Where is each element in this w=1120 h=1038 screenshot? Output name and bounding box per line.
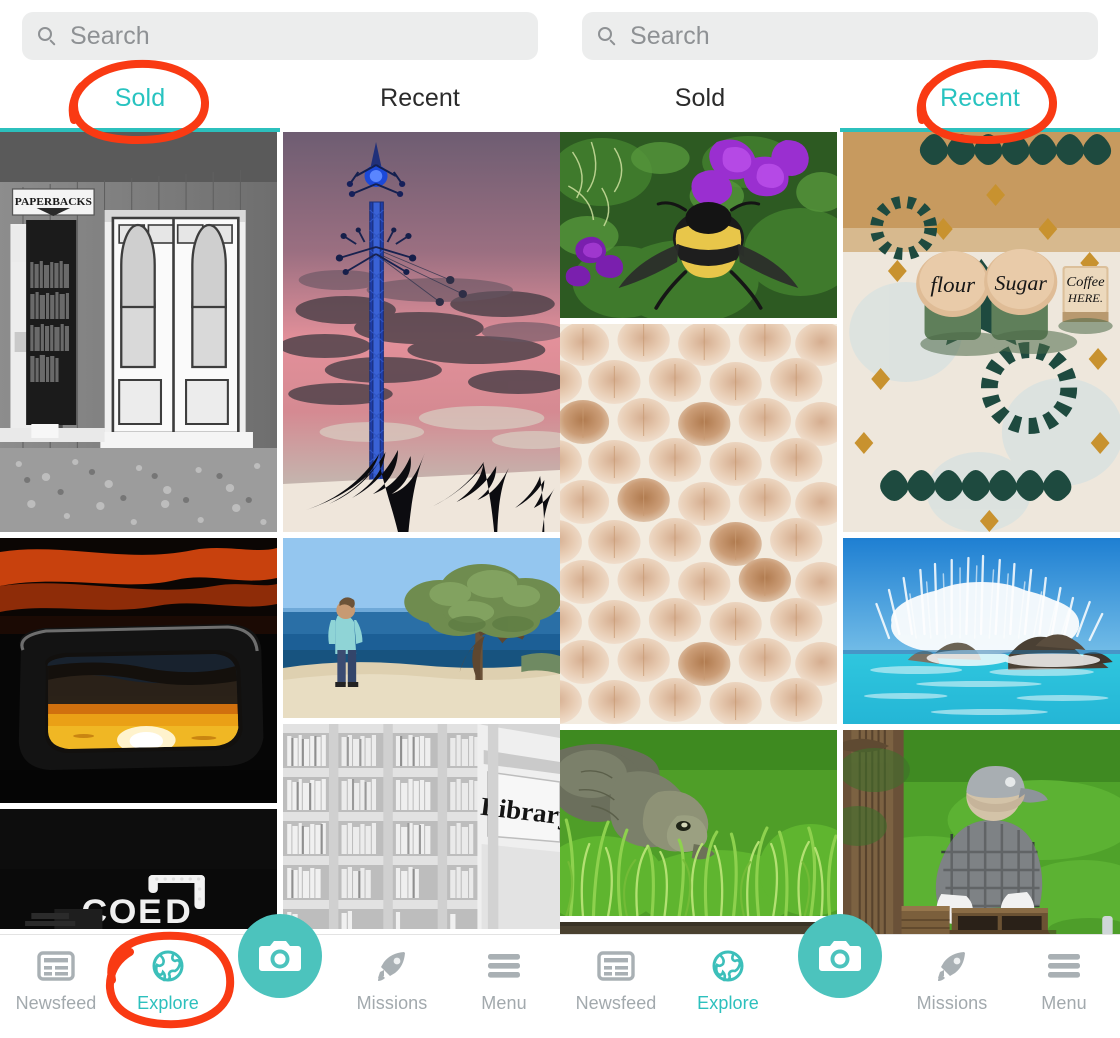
beekeeper-on-lawn-photo bbox=[843, 730, 1120, 936]
photo-card[interactable] bbox=[560, 324, 837, 724]
library-bookshelves-photo: Library bbox=[283, 724, 560, 929]
nav-label-missions: Missions bbox=[916, 993, 988, 1013]
snapping-turtle-in-grass-photo bbox=[560, 730, 837, 916]
right-panel: Search Sold Recent flour Sugar Coffee HE… bbox=[560, 0, 1120, 1038]
svg-text:HERE.: HERE. bbox=[1067, 291, 1103, 305]
tab-sold[interactable]: Sold bbox=[0, 64, 280, 132]
sunset-side-mirror-photo bbox=[0, 538, 277, 803]
nav-item-explore[interactable]: Explore bbox=[672, 949, 784, 1014]
olive-tree-by-the-sea-photo bbox=[283, 538, 560, 718]
nav-item-missions[interactable]: Missions bbox=[336, 949, 448, 1014]
camera-fab-button[interactable] bbox=[798, 914, 882, 998]
svg-text:D: D bbox=[165, 894, 191, 929]
search-icon bbox=[38, 26, 57, 46]
segment-tabs: Sold Recent bbox=[560, 64, 1120, 132]
bottom-tab-bar: Newsfeed Explore Missions Menu bbox=[560, 914, 1120, 1038]
camera-fab-button[interactable] bbox=[238, 914, 322, 998]
globe-icon bbox=[152, 950, 184, 982]
photo-grid-column: PAPERBACKS O E D bbox=[0, 132, 277, 937]
photo-card[interactable] bbox=[560, 132, 837, 318]
nav-item-explore[interactable]: Explore bbox=[112, 949, 224, 1014]
newsfeed-icon bbox=[597, 951, 635, 981]
rocket-icon bbox=[938, 952, 965, 981]
honeycomb-cells-photo bbox=[560, 324, 837, 724]
bumblebee-on-flower-photo bbox=[560, 132, 837, 318]
tab-sold-label: Sold bbox=[674, 83, 726, 112]
photo-grid[interactable]: flour Sugar Coffee HERE. bbox=[560, 132, 1120, 937]
tab-recent[interactable]: Recent bbox=[280, 64, 560, 132]
svg-text:Coffee: Coffee bbox=[1066, 274, 1105, 290]
photo-card[interactable] bbox=[560, 730, 837, 916]
bookstore-entrance-photo: PAPERBACKS bbox=[0, 132, 277, 532]
search-placeholder: Search bbox=[630, 21, 710, 50]
photo-card[interactable]: PAPERBACKS bbox=[0, 132, 277, 532]
bottom-tab-bar: Newsfeed Explore Missions Menu bbox=[0, 914, 560, 1038]
search-input[interactable]: Search bbox=[582, 12, 1098, 60]
drop-tower-at-dusk-photo bbox=[283, 132, 560, 532]
search-input[interactable]: Search bbox=[22, 12, 538, 60]
photo-card[interactable] bbox=[0, 538, 277, 803]
search-placeholder: Search bbox=[70, 21, 150, 50]
photo-card[interactable]: Library bbox=[283, 724, 560, 929]
hamburger-icon bbox=[1048, 954, 1080, 978]
nav-label-missions: Missions bbox=[356, 993, 428, 1013]
nav-label-menu: Menu bbox=[1041, 993, 1087, 1013]
nav-item-menu[interactable]: Menu bbox=[1008, 949, 1120, 1014]
svg-text:flour: flour bbox=[930, 272, 975, 296]
svg-text:Sugar: Sugar bbox=[994, 271, 1047, 294]
fountain-over-turquoise-water-photo bbox=[843, 538, 1120, 724]
dual-screenshot-comparison: Search Sold Recent PAPERBACKS O E D Libr… bbox=[0, 0, 1120, 1038]
nav-label-explore: Explore bbox=[697, 993, 759, 1013]
hamburger-icon bbox=[488, 954, 520, 978]
search-bar-container: Search bbox=[0, 0, 560, 64]
nav-label-menu: Menu bbox=[481, 993, 527, 1013]
search-bar-container: Search bbox=[560, 0, 1120, 64]
photo-card[interactable] bbox=[843, 538, 1120, 724]
photo-card[interactable] bbox=[283, 132, 560, 532]
svg-text:PAPERBACKS: PAPERBACKS bbox=[15, 196, 92, 208]
camera-icon bbox=[259, 941, 301, 971]
newsfeed-icon bbox=[37, 951, 75, 981]
photo-card[interactable]: flour Sugar Coffee HERE. bbox=[843, 132, 1120, 532]
nav-label-newsfeed: Newsfeed bbox=[15, 993, 97, 1013]
left-panel: Search Sold Recent PAPERBACKS O E D Libr… bbox=[0, 0, 560, 1038]
nav-label-newsfeed: Newsfeed bbox=[575, 993, 657, 1013]
photo-grid[interactable]: PAPERBACKS O E D Library bbox=[0, 132, 560, 937]
globe-icon bbox=[712, 950, 744, 982]
nav-item-newsfeed[interactable]: Newsfeed bbox=[0, 949, 112, 1014]
photo-grid-column bbox=[560, 132, 837, 937]
rocket-icon bbox=[378, 952, 405, 981]
flour-sugar-coffee-labels-photo: flour Sugar Coffee HERE. bbox=[843, 132, 1120, 532]
photo-card[interactable]: CO ED bbox=[0, 809, 277, 929]
nav-item-newsfeed[interactable]: Newsfeed bbox=[560, 949, 672, 1014]
tab-sold-label: Sold bbox=[114, 83, 166, 112]
photo-grid-column: flour Sugar Coffee HERE. bbox=[843, 132, 1120, 937]
camera-icon bbox=[819, 941, 861, 971]
tab-sold[interactable]: Sold bbox=[560, 64, 840, 132]
tab-recent-label: Recent bbox=[380, 83, 460, 112]
nav-item-menu[interactable]: Menu bbox=[448, 949, 560, 1014]
photo-grid-column: Library bbox=[283, 132, 560, 937]
neon-sign-night-photo: CO ED bbox=[0, 809, 277, 929]
svg-text:O: O bbox=[109, 894, 137, 929]
tab-recent-label: Recent bbox=[940, 83, 1020, 112]
tab-recent[interactable]: Recent bbox=[840, 64, 1120, 132]
segment-tabs: Sold Recent bbox=[0, 64, 560, 132]
nav-label-explore: Explore bbox=[137, 993, 199, 1013]
nav-item-missions[interactable]: Missions bbox=[896, 949, 1008, 1014]
photo-card[interactable] bbox=[283, 538, 560, 718]
svg-text:E: E bbox=[138, 894, 162, 929]
search-icon bbox=[598, 26, 617, 46]
photo-card[interactable] bbox=[843, 730, 1120, 936]
